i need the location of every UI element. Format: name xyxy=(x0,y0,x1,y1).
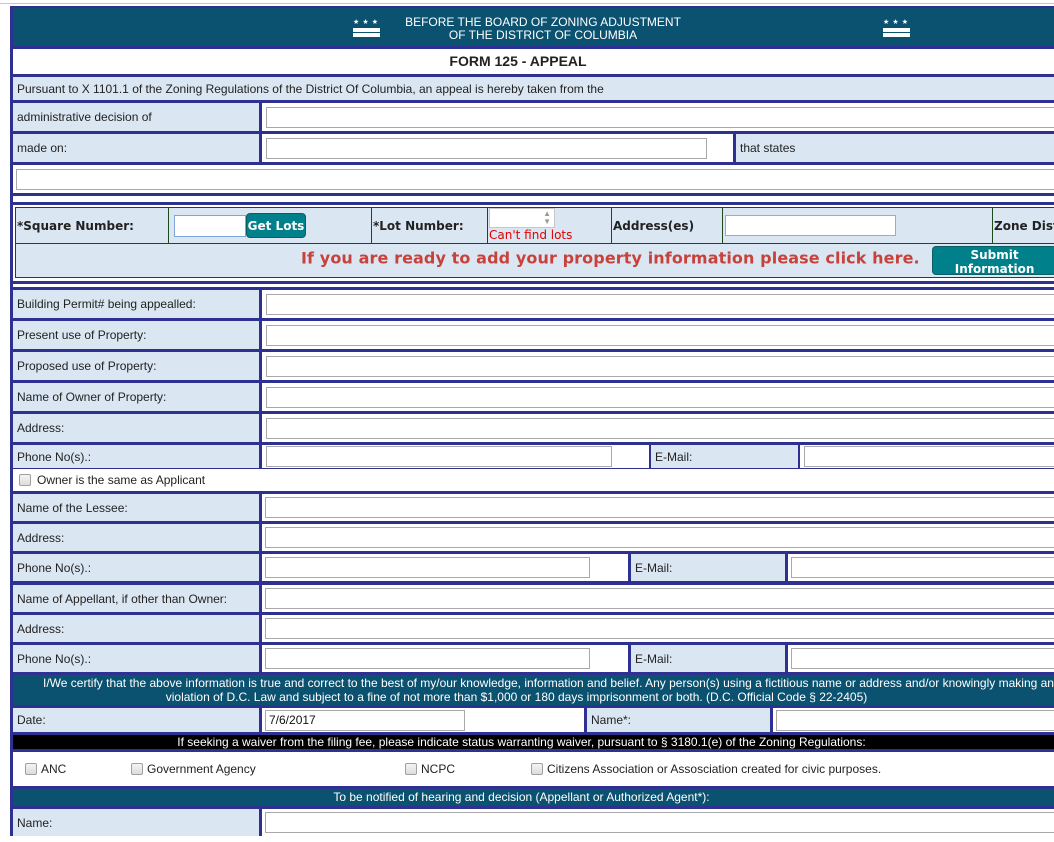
get-lots-button[interactable]: Get Lots xyxy=(246,213,306,238)
made-on-input[interactable] xyxy=(266,137,707,159)
owner-address-label: Address: xyxy=(13,414,259,442)
date-input[interactable] xyxy=(265,709,465,731)
owner-phone-label: Phone No(s).: xyxy=(13,445,259,468)
lessee-address-label: Address: xyxy=(13,524,259,551)
same-as-applicant-option[interactable]: Owner is the same as Applicant xyxy=(13,469,1054,491)
appeal-form: ★ ★ ★ BEFORE THE BOARD OF ZONING ADJUSTMEN… xyxy=(10,6,1054,836)
notify-name-label: Name: xyxy=(13,809,259,836)
form-header: ★ ★ ★ BEFORE THE BOARD OF ZONING ADJUSTMEN… xyxy=(13,8,1054,46)
admin-decision-label: administrative decision of xyxy=(13,103,259,131)
signer-name-label: Name*: xyxy=(587,708,770,732)
submit-information-button[interactable]: Submit Information xyxy=(932,246,1054,276)
lessee-phone-input[interactable] xyxy=(265,557,590,578)
lessee-email-label: E-Mail: xyxy=(631,554,785,581)
appellant-phone-input[interactable] xyxy=(265,648,590,669)
admin-decision-input[interactable] xyxy=(266,106,1054,128)
building-permit-input[interactable] xyxy=(266,293,1054,315)
property-lookup: *Square Number: Get Lots *Lot Number: ▲ ▼… xyxy=(15,207,1054,278)
ncpc-label: NCPC xyxy=(421,762,456,776)
lessee-address-input[interactable] xyxy=(265,527,1054,548)
square-number-input[interactable] xyxy=(174,214,246,237)
appellant-address-label: Address: xyxy=(13,615,259,642)
government-agency-label: Government Agency xyxy=(147,762,256,776)
owner-name-input[interactable] xyxy=(266,386,1054,408)
lot-number-label: *Lot Number: xyxy=(371,207,488,244)
same-as-applicant-checkbox[interactable] xyxy=(19,474,31,486)
that-states-label: that states xyxy=(736,134,1054,162)
appellant-name-input[interactable] xyxy=(265,588,1054,609)
anc-checkbox[interactable] xyxy=(25,763,37,775)
owner-name-label: Name of Owner of Property: xyxy=(13,383,259,411)
property-address-input[interactable] xyxy=(725,215,896,236)
lessee-phone-label: Phone No(s).: xyxy=(13,554,259,581)
citizens-association-checkbox[interactable] xyxy=(531,763,543,775)
dc-flag-icon: ★ ★ ★ xyxy=(883,19,910,39)
waiver-banner: If seeking a waiver from the filing fee,… xyxy=(13,735,1054,749)
zone-district-label: Zone Dist xyxy=(992,207,1054,244)
certification-line-1: I/We certify that the above information … xyxy=(43,676,1054,690)
building-permit-label: Building Permit# being appealled: xyxy=(13,290,259,318)
form-title: FORM 125 - APPEAL xyxy=(13,49,1054,74)
that-states-input[interactable] xyxy=(16,168,1054,190)
owner-email-input[interactable] xyxy=(804,446,1054,467)
owner-email-label: E-Mail: xyxy=(651,445,798,468)
browser-top-edge xyxy=(0,0,1054,4)
appellant-phone-label: Phone No(s).: xyxy=(13,645,259,672)
lessee-email-input[interactable] xyxy=(791,557,1054,578)
signer-name-input[interactable] xyxy=(776,709,1054,731)
date-label: Date: xyxy=(13,708,259,732)
citizens-association-label: Citizens Association or Assosciation cre… xyxy=(547,762,882,776)
appellant-email-input[interactable] xyxy=(791,648,1054,669)
government-agency-checkbox[interactable] xyxy=(131,763,143,775)
present-use-label: Present use of Property: xyxy=(13,321,259,349)
anc-label: ANC xyxy=(41,762,67,776)
ncpc-checkbox[interactable] xyxy=(405,763,417,775)
certification-line-2: violation of D.C. Law and subject to a f… xyxy=(165,690,868,704)
present-use-input[interactable] xyxy=(266,324,1054,346)
address-es-label: Address(es) xyxy=(611,207,723,244)
owner-phone-input[interactable] xyxy=(266,446,612,467)
appellant-email-label: E-Mail: xyxy=(631,645,785,672)
lot-error-text: Can't find lots xyxy=(489,228,573,242)
square-number-label: *Square Number: xyxy=(15,207,169,244)
same-as-applicant-label: Owner is the same as Applicant xyxy=(37,473,206,487)
proposed-use-input[interactable] xyxy=(266,355,1054,377)
waiver-option-ncpc[interactable]: NCPC xyxy=(405,762,455,776)
waiver-option-government-agency[interactable]: Government Agency xyxy=(131,762,256,776)
spinner-arrows-icon: ▲ ▼ xyxy=(543,209,551,226)
lessee-name-label: Name of the Lessee: xyxy=(13,494,259,521)
waiver-option-anc[interactable]: ANC xyxy=(25,762,66,776)
intro-text: Pursuant to X 1101.1 of the Zoning Regul… xyxy=(13,77,1054,100)
certification-banner: I/We certify that the above information … xyxy=(13,675,1054,705)
owner-address-input[interactable] xyxy=(266,417,1054,439)
notify-name-input[interactable] xyxy=(265,812,1054,833)
lot-number-select[interactable]: ▲ ▼ xyxy=(489,208,555,228)
notify-banner: To be notified of hearing and decision (… xyxy=(13,789,1054,806)
ready-to-add-text: If you are ready to add your property in… xyxy=(301,248,920,268)
proposed-use-label: Proposed use of Property: xyxy=(13,352,259,380)
appellant-name-label: Name of Appellant, if other than Owner: xyxy=(13,585,259,612)
waiver-option-citizens-association[interactable]: Citizens Association or Assosciation cre… xyxy=(531,762,881,776)
appellant-address-input[interactable] xyxy=(265,618,1054,639)
waiver-options: ANC Government Agency NCPC Citizens Asso… xyxy=(13,752,1054,786)
lessee-name-input[interactable] xyxy=(265,497,1054,518)
made-on-label: made on: xyxy=(13,134,259,162)
